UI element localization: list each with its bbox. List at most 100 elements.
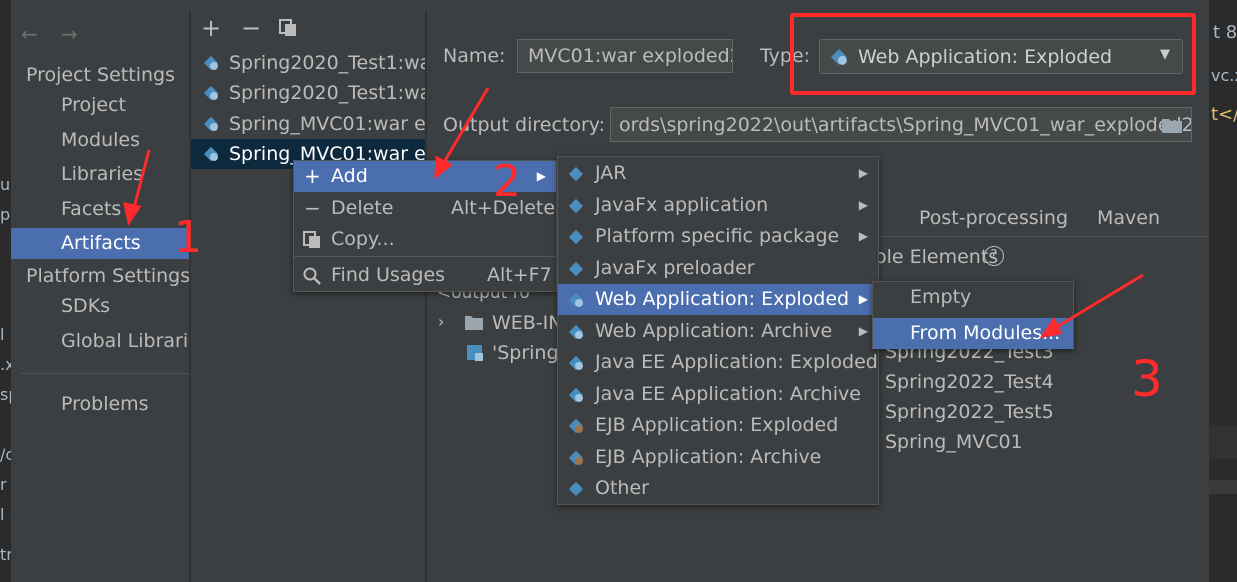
module-item[interactable]: Spring2022_Test4 <box>885 371 1054 393</box>
submenu-arrow-icon: ▶ <box>858 229 868 243</box>
submenu-item[interactable]: Java EE Application: Exploded <box>558 347 878 378</box>
submenu-item[interactable]: Other <box>558 473 878 504</box>
menu-separator <box>294 256 556 257</box>
backdrop-char: u <box>0 175 11 194</box>
editor-backdrop-right: t 8.5 vc.x t</ <box>1209 0 1237 582</box>
module-item[interactable]: Spring2022_Test5 <box>885 401 1054 423</box>
annotation-step-2: 2 <box>493 156 521 207</box>
settings-nav: ← → Project Settings Project Modules Lib… <box>11 10 210 582</box>
back-arrow-icon[interactable]: ← <box>21 22 38 46</box>
submenu-item[interactable]: Platform specific package ▶ <box>558 221 878 252</box>
submenu-arrow-icon: ▶ <box>536 169 546 183</box>
menu-item-from-modules[interactable]: From Modules... <box>873 318 1073 349</box>
chevron-right-icon[interactable]: › <box>438 312 444 331</box>
nav-divider <box>21 373 189 374</box>
submenu-item-label: Java EE Application: Archive <box>595 382 861 405</box>
artifact-type-icon <box>568 418 584 434</box>
output-directory-label: Output directory: <box>443 114 606 136</box>
available-elements-label: ole Elements <box>875 246 999 268</box>
menu-item-shortcut: Alt+F7 <box>487 264 552 286</box>
artifact-type-icon <box>568 292 584 308</box>
minus-icon: − <box>304 196 321 220</box>
output-directory-field[interactable]: ords\spring2022\out\artifacts\Spring_MVC… <box>610 107 1192 142</box>
add-submenu: JAR ▶ JavaFx application ▶ Platform specific… <box>557 156 879 505</box>
artifact-label: Spring2020_Test1:war <box>229 52 425 74</box>
submenu-item[interactable]: EJB Application: Archive <box>558 442 878 473</box>
web-artifact-icon <box>203 146 219 162</box>
artifact-label: Spring2020_Test1:war <box>229 82 425 104</box>
backdrop-line-highlight <box>1209 425 1237 459</box>
annotation-step-1: 1 <box>174 212 202 263</box>
artifact-type-icon <box>568 450 584 465</box>
nav-section-platform-settings: Platform Settings <box>26 265 191 287</box>
copy-artifact-icon[interactable] <box>279 19 297 37</box>
artifact-item[interactable]: Spring_MVC01:war exp <box>191 109 425 139</box>
remove-artifact-minus-icon[interactable]: − <box>241 14 261 42</box>
nav-item-modules[interactable]: Modules <box>11 125 189 156</box>
submenu-arrow-icon: ▶ <box>858 197 868 212</box>
artifact-item[interactable]: Spring2020_Test1:war <box>191 48 425 78</box>
backdrop-scrollbar <box>1209 480 1237 494</box>
menu-item-label: Delete <box>331 197 394 219</box>
artifact-type-icon <box>568 481 584 497</box>
submenu-item-label: JavaFx application <box>595 193 769 216</box>
web-artifact-icon <box>203 85 219 101</box>
submenu-arrow-icon: ▶ <box>858 292 868 306</box>
annotation-highlight-box <box>790 13 1196 95</box>
help-icon[interactable]: ? <box>984 246 1004 266</box>
name-field[interactable]: MVC01:war exploded2 <box>517 39 733 73</box>
name-label: Name: <box>443 45 506 67</box>
artifact-label: Spring_MVC01:war exp <box>229 113 425 135</box>
editor-backdrop-left: u p l .x sp /c r l ( tr <box>0 0 19 582</box>
menu-item-find-usages[interactable]: Find Usages Alt+F7 <box>294 260 556 291</box>
submenu-item[interactable]: Web Application: Exploded ▶ <box>558 284 878 315</box>
submenu-item[interactable]: Java EE Application: Archive <box>558 379 878 410</box>
menu-item-label: Add <box>331 165 368 187</box>
folder-icon[interactable] <box>1161 116 1183 134</box>
artifact-type-icon <box>568 355 584 371</box>
artifact-type-icon <box>568 198 584 213</box>
nav-item-artifacts[interactable]: Artifacts <box>11 228 189 259</box>
copy-icon <box>303 231 320 248</box>
search-icon <box>303 267 321 285</box>
submenu-item-label: EJB Application: Exploded <box>595 414 839 436</box>
submenu-item[interactable]: JavaFx application ▶ <box>558 190 878 221</box>
submenu-item[interactable]: JAR ▶ <box>558 158 878 189</box>
artifact-type-icon <box>568 229 584 245</box>
submenu-item-label: Web Application: Archive <box>595 319 833 342</box>
module-output-icon <box>467 345 483 361</box>
module-item[interactable]: Spring_MVC01 <box>885 431 1023 453</box>
web-artifact-icon <box>203 55 219 71</box>
annotation-step-3: 3 <box>1131 350 1163 408</box>
menu-item-copy[interactable]: Copy... <box>294 224 556 255</box>
artifact-type-icon <box>568 387 584 402</box>
submenu-arrow-icon: ▶ <box>858 323 868 338</box>
output-directory-value: ords\spring2022\out\artifacts\Spring_MVC… <box>619 114 1192 136</box>
nav-item-global-libraries[interactable]: Global Libraries <box>11 326 210 357</box>
submenu-item[interactable]: Web Application: Archive ▶ <box>558 316 878 347</box>
submenu-item-label: Web Application: Exploded <box>595 288 850 310</box>
web-application-submenu: Empty From Modules... <box>872 281 1074 349</box>
submenu-item-label: Platform specific package <box>595 225 840 247</box>
forward-arrow-icon[interactable]: → <box>61 22 78 46</box>
nav-item-project[interactable]: Project <box>11 90 189 121</box>
menu-item-empty[interactable]: Empty <box>873 282 1073 313</box>
add-artifact-plus-icon[interactable]: + <box>201 14 221 42</box>
artifact-item[interactable]: Spring2020_Test1:war <box>191 78 425 108</box>
submenu-item[interactable]: JavaFx preloader <box>558 253 878 284</box>
artifact-type-icon <box>568 324 584 339</box>
nav-item-sdks[interactable]: SDKs <box>11 291 189 322</box>
nav-item-problems[interactable]: Problems <box>11 389 189 420</box>
submenu-item[interactable]: EJB Application: Exploded <box>558 410 878 441</box>
submenu-item-label: Other <box>595 477 649 499</box>
tree-web-inf[interactable]: WEB-IN <box>492 312 563 334</box>
tab-maven[interactable]: Maven <box>1097 207 1160 229</box>
submenu-item-label: JavaFx preloader <box>595 256 755 279</box>
nav-section-project-settings: Project Settings <box>26 64 175 86</box>
backdrop-text: t 8.5 <box>1213 22 1237 43</box>
submenu-item-label: JAR <box>595 162 627 184</box>
nav-item-facets[interactable]: Facets <box>11 194 189 225</box>
tab-post-processing[interactable]: Post-processing <box>919 207 1068 229</box>
menu-item-label: Find Usages <box>331 264 446 286</box>
nav-item-libraries[interactable]: Libraries <box>11 159 189 190</box>
